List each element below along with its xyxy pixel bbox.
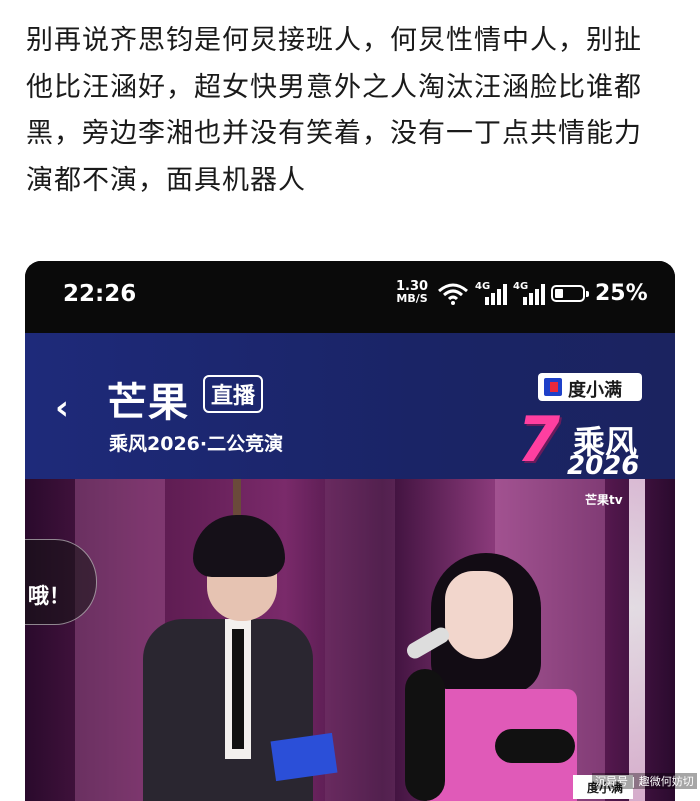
source-credit: 沉异号 | 趣微何妨切: [592, 773, 697, 789]
speed-unit: MB/S: [396, 292, 428, 305]
signal-icon: 4G: [513, 281, 547, 311]
battery-percent: 25%: [595, 281, 648, 306]
status-bar: 22:26 1.30 MB/S 4G 4G 25%: [25, 261, 675, 333]
channel-watermark: 芒果tv: [585, 493, 623, 507]
microphone-card: [270, 732, 338, 782]
network-type: 4G: [475, 281, 491, 292]
battery-icon: [551, 285, 589, 302]
chevron-left-icon[interactable]: ‹: [55, 391, 69, 425]
video-frame[interactable]: 芒果tv 哦！ 度小满: [25, 479, 675, 801]
program-title: 乘风2026·二公竞演: [109, 433, 284, 455]
sponsor-name: 度小满: [568, 380, 622, 401]
battery-fill: [555, 289, 563, 298]
status-time: 22:26: [63, 281, 137, 307]
sponsor-logo: 度小满: [538, 373, 642, 401]
comment-text: 哦！: [28, 584, 70, 608]
brand-logo: 芒果: [107, 380, 189, 426]
wifi-icon: [438, 283, 468, 305]
post-text: 别再说齐思钧是何炅接班人，何炅性情中人，别扯 他比汪涵好，超女快男意外之人淘汰汪…: [26, 18, 676, 204]
post-line: 他比汪涵好，超女快男意外之人淘汰汪涵脸比谁都: [26, 71, 642, 103]
post-line: 别再说齐思钧是何炅接班人，何炅性情中人，别扯: [26, 25, 642, 56]
embedded-screenshot[interactable]: 22:26 1.30 MB/S 4G 4G 25% ‹ 芒果 直播 乘风2026…: [25, 261, 675, 801]
show-logo-number: 7: [517, 403, 561, 476]
post-line: 演都不演，面具机器人: [26, 164, 306, 196]
network-type: 4G: [513, 281, 529, 292]
live-header: ‹ 芒果 直播 乘风2026·二公竞演 度小满 7 乘风 2026: [25, 333, 675, 481]
stage-light: [629, 479, 645, 801]
network-speed: 1.30 MB/S: [396, 280, 428, 305]
show-logo-year: 2026: [567, 451, 640, 481]
live-badge: 直播: [203, 375, 264, 413]
signal-icon: 4G: [475, 281, 509, 311]
post-line: 黑，旁边李湘也并没有笑着，没有一丁点共情能力: [26, 118, 642, 149]
